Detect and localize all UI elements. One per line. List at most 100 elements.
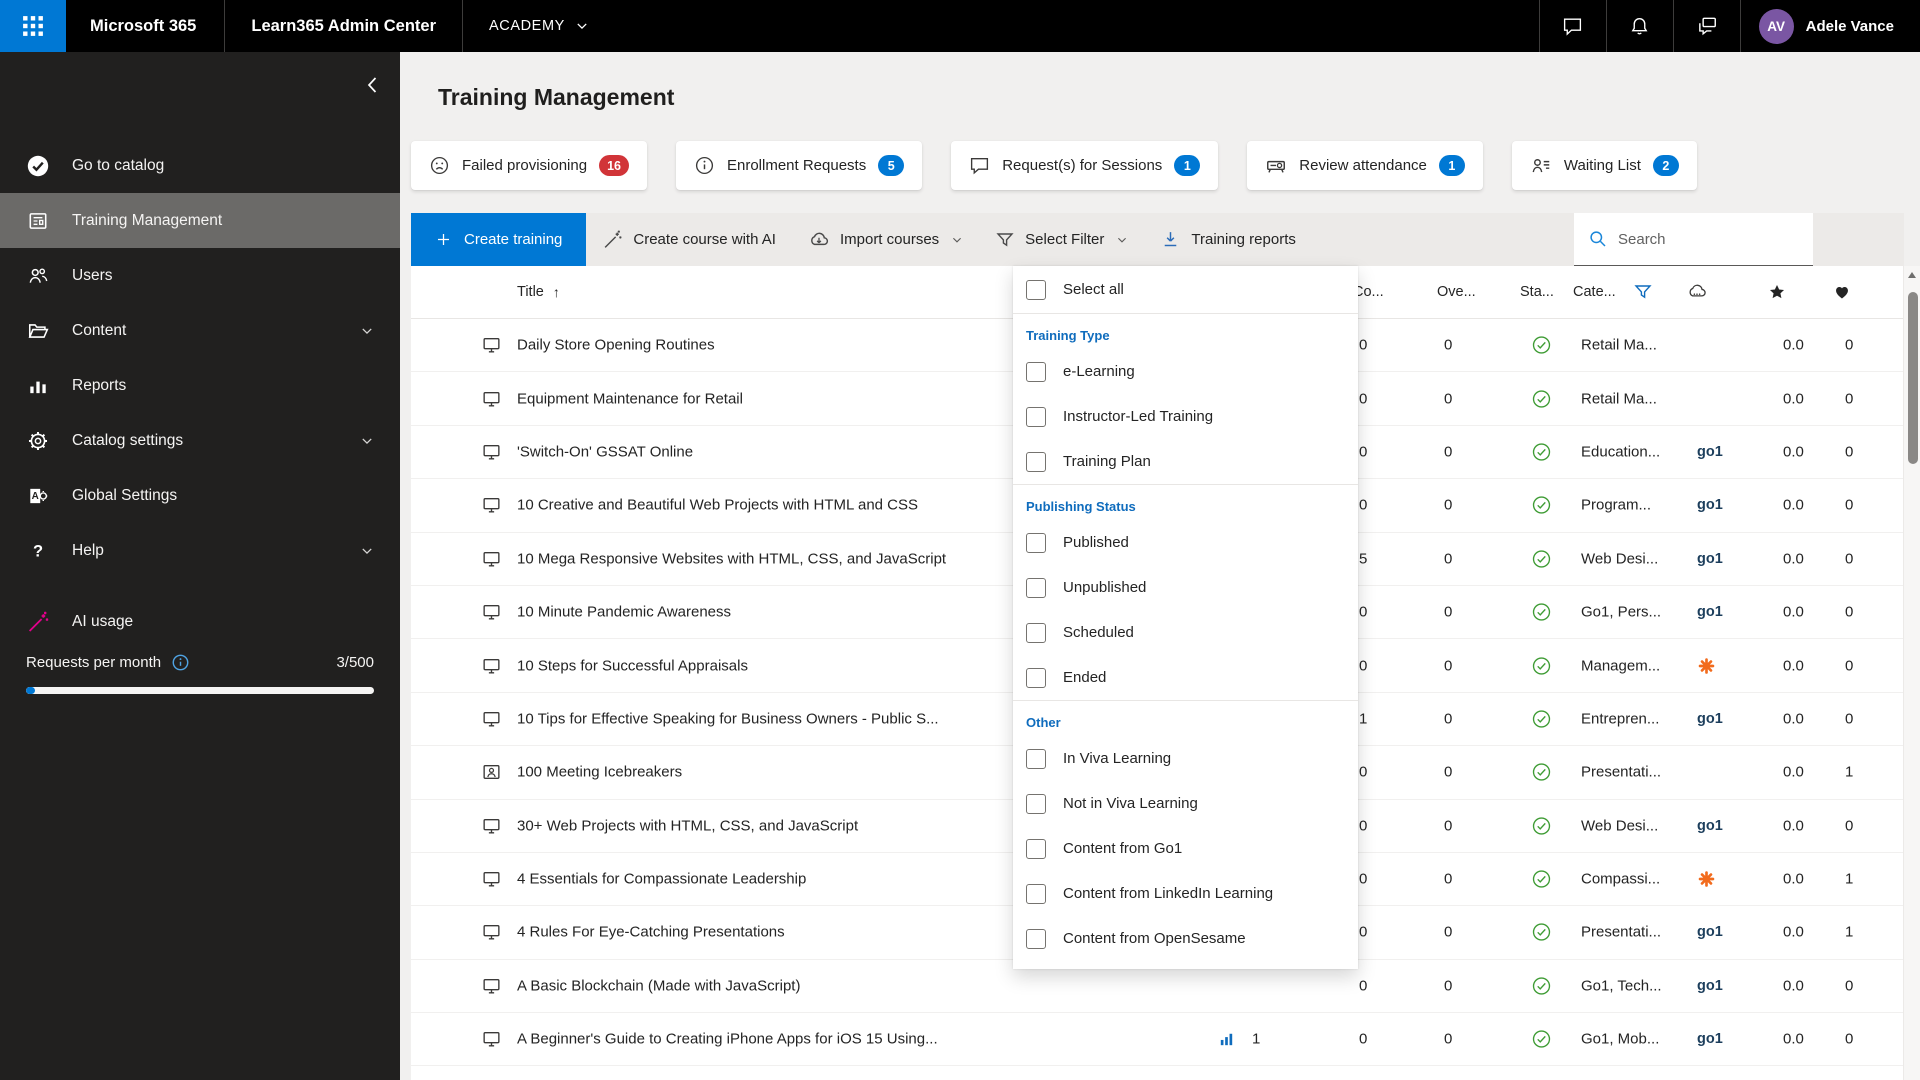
training-title[interactable]: 10 Steps for Successful Appraisals <box>517 657 748 674</box>
training-title[interactable]: A Basic Blockchain (Made with JavaScript… <box>517 977 800 994</box>
training-title[interactable]: Daily Store Opening Routines <box>517 337 715 354</box>
training-title[interactable]: 10 Tips for Effective Speaking for Busin… <box>517 710 939 727</box>
sidebar-collapse-button[interactable] <box>358 70 388 100</box>
create-course-ai-button[interactable]: Create course with AI <box>586 213 792 266</box>
overdue-cell: 0 <box>1444 337 1452 354</box>
scroll-up-button[interactable] <box>1904 266 1920 284</box>
tenant-selector[interactable]: ACADEMY <box>463 18 615 34</box>
filter-option-content-from-go1[interactable]: Content from Go1 <box>1013 826 1358 871</box>
select-filter-button[interactable]: Select Filter <box>979 213 1144 266</box>
magic-wand-icon <box>26 610 50 634</box>
checkbox[interactable] <box>1026 668 1046 688</box>
card-failed-provisioning[interactable]: Failed provisioning 16 <box>411 141 647 190</box>
column-provider-cloud-icon[interactable] <box>1686 281 1708 303</box>
bar-chart-icon <box>1217 1030 1236 1049</box>
elearning-monitor-icon <box>481 495 502 516</box>
app-title[interactable]: Learn365 Admin Center <box>225 17 462 36</box>
training-title[interactable]: Equipment Maintenance for Retail <box>517 390 743 407</box>
sidebar-item-label: Content <box>72 322 126 340</box>
column-category[interactable]: Cate... <box>1573 284 1616 300</box>
filter-option-not-in-viva-learning[interactable]: Not in Viva Learning <box>1013 781 1358 826</box>
checkbox[interactable] <box>1026 749 1046 769</box>
chevron-down-icon <box>360 544 374 558</box>
sidebar-item-content[interactable]: Content <box>0 303 400 358</box>
column-likes-heart-icon[interactable] <box>1833 283 1851 301</box>
sidebar-item-ai-usage[interactable]: AI usage <box>0 594 400 649</box>
checkbox[interactable] <box>1026 452 1046 472</box>
sidebar-item-users[interactable]: Users <box>0 248 400 303</box>
filter-option-training-plan[interactable]: Training Plan <box>1013 439 1358 484</box>
filter-option-unpublished[interactable]: Unpublished <box>1013 565 1358 610</box>
count-badge: 1 <box>1174 155 1200 176</box>
requests-value: 3/500 <box>336 654 374 671</box>
checkbox[interactable] <box>1026 578 1046 598</box>
rating-cell: 0.0 <box>1783 1031 1804 1048</box>
filter-option-scheduled[interactable]: Scheduled <box>1013 610 1358 655</box>
category-filter-icon[interactable] <box>1633 282 1653 302</box>
filter-option-content-from-linkedin-learning[interactable]: Content from LinkedIn Learning <box>1013 871 1358 916</box>
column-title[interactable]: Title ↑ <box>517 284 560 300</box>
sidebar-item-catalog-settings[interactable]: Catalog settings <box>0 413 400 468</box>
column-overdue[interactable]: Ove... <box>1437 284 1476 300</box>
likes-cell: 0 <box>1845 497 1853 514</box>
create-training-button[interactable]: Create training <box>411 213 586 266</box>
info-icon[interactable] <box>171 653 190 672</box>
category-cell: Education... <box>1581 443 1660 460</box>
notifications-button[interactable] <box>1607 0 1673 52</box>
scrollbar-thumb[interactable] <box>1908 292 1918 464</box>
card-waiting-list[interactable]: Waiting List 2 <box>1512 141 1697 190</box>
training-title[interactable]: 'Switch-On' GSSAT Online <box>517 443 693 460</box>
checkbox[interactable] <box>1026 929 1046 949</box>
filter-option-ended[interactable]: Ended <box>1013 655 1358 700</box>
sidebar-item-training-management[interactable]: Training Management <box>0 193 400 248</box>
provider-logo: go1 <box>1697 818 1723 834</box>
card-review-attendance[interactable]: Review attendance 1 <box>1247 141 1483 190</box>
search-input[interactable] <box>1618 231 1799 248</box>
training-title[interactable]: 4 Essentials for Compassionate Leadershi… <box>517 871 806 888</box>
training-title[interactable]: 10 Creative and Beautiful Web Projects w… <box>517 497 918 514</box>
training-title[interactable]: 30+ Web Projects with HTML, CSS, and Jav… <box>517 817 858 834</box>
training-reports-button[interactable]: Training reports <box>1144 213 1312 266</box>
filter-option-e-learning[interactable]: e-Learning <box>1013 349 1358 394</box>
elearning-monitor-icon <box>481 441 502 462</box>
training-title[interactable]: 4 Rules For Eye-Catching Presentations <box>517 924 785 941</box>
microsoft-365-link[interactable]: Microsoft 365 <box>66 17 224 36</box>
rating-cell: 0.0 <box>1783 977 1804 994</box>
filter-option-content-from-opensesame[interactable]: Content from OpenSesame <box>1013 916 1358 961</box>
checkbox[interactable] <box>1026 407 1046 427</box>
sidebar-item-reports[interactable]: Reports <box>0 358 400 413</box>
feedback-button[interactable] <box>1674 0 1740 52</box>
training-title[interactable]: 10 Mega Responsive Websites with HTML, C… <box>517 550 946 567</box>
filter-option-select-all[interactable]: Select all <box>1013 266 1358 313</box>
card-request-s-for-sessions[interactable]: Request(s) for Sessions 1 <box>951 141 1218 190</box>
filter-option-in-viva-learning[interactable]: In Viva Learning <box>1013 736 1358 781</box>
table-row[interactable]: A Beginner's Guide to Creating iPhone Ap… <box>411 1013 1904 1066</box>
sidebar-item-help[interactable]: ? Help <box>0 523 400 578</box>
rating-cell: 0.0 <box>1783 390 1804 407</box>
account-menu[interactable]: AV Adele Vance <box>1741 9 1920 44</box>
sidebar-item-go-to-catalog[interactable]: Go to catalog <box>0 138 400 193</box>
training-title[interactable]: 100 Meeting Icebreakers <box>517 764 682 781</box>
app-launcher-button[interactable] <box>0 0 66 52</box>
training-title[interactable]: 10 Minute Pandemic Awareness <box>517 604 731 621</box>
chat-button[interactable] <box>1540 0 1606 52</box>
sidebar-item-global-settings[interactable]: A Global Settings <box>0 468 400 523</box>
filter-section: Training Type e-Learning Instructor-Led … <box>1013 314 1358 485</box>
likes-cell: 0 <box>1845 1031 1853 1048</box>
filter-option-instructor-led-training[interactable]: Instructor-Led Training <box>1013 394 1358 439</box>
column-status[interactable]: Sta... <box>1520 284 1554 300</box>
import-courses-button[interactable]: Import courses <box>792 213 979 266</box>
checkbox[interactable] <box>1026 884 1046 904</box>
card-enrollment-requests[interactable]: Enrollment Requests 5 <box>676 141 922 190</box>
training-title[interactable]: A Beginner's Guide to Creating iPhone Ap… <box>517 1031 938 1048</box>
checkbox[interactable] <box>1026 839 1046 859</box>
checkbox[interactable] <box>1026 533 1046 553</box>
checkbox[interactable] <box>1026 280 1046 300</box>
filter-option-published[interactable]: Published <box>1013 520 1358 565</box>
checkbox[interactable] <box>1026 362 1046 382</box>
vertical-scrollbar[interactable] <box>1903 266 1920 1080</box>
column-rating-star-icon[interactable] <box>1768 283 1786 301</box>
checkbox[interactable] <box>1026 623 1046 643</box>
checkbox[interactable] <box>1026 794 1046 814</box>
count-badge: 1 <box>1439 155 1465 176</box>
